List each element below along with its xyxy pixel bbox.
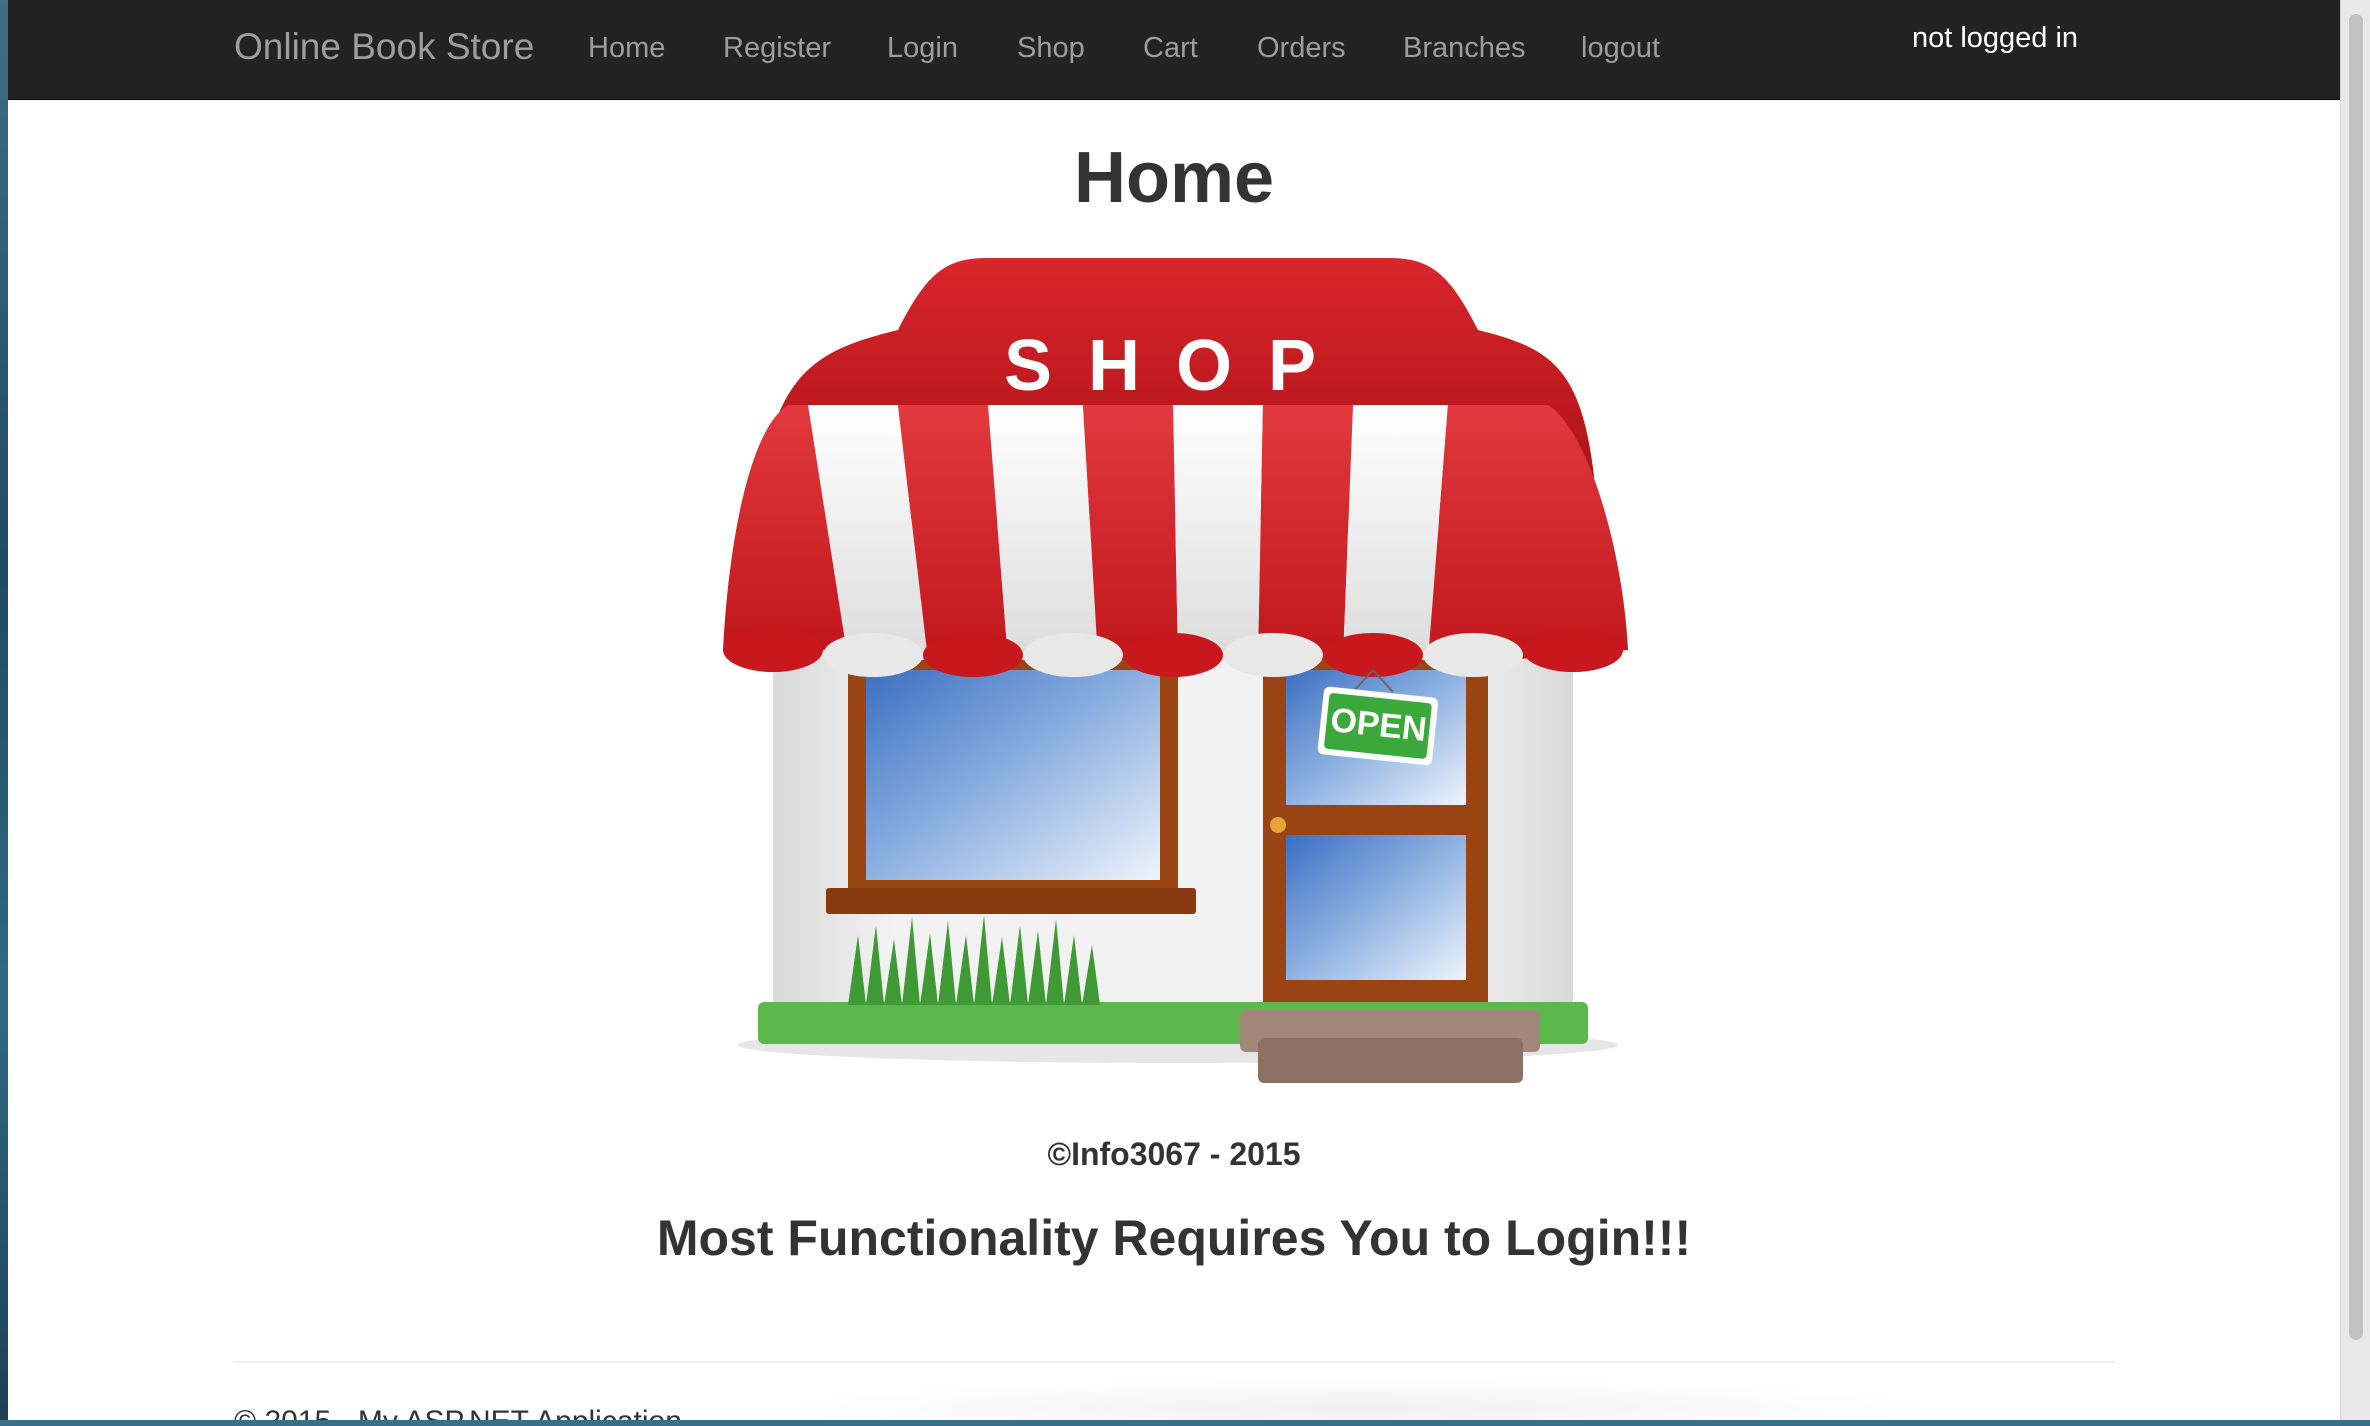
top-navbar: Online Book Store Home Register Login Sh… (8, 0, 2340, 100)
nav-register[interactable]: Register (723, 24, 831, 72)
footer-divider (234, 1361, 2114, 1363)
nav-logout[interactable]: logout (1581, 24, 1660, 72)
browser-viewport: Online Book Store Home Register Login Sh… (8, 0, 2340, 1426)
desktop-bottom-strip (0, 1420, 2370, 1426)
scrollbar-thumb[interactable] (2349, 14, 2363, 1340)
nav-home[interactable]: Home (588, 24, 665, 72)
shop-sign-text: SHOP (1004, 326, 1352, 406)
brand-link[interactable]: Online Book Store (234, 22, 534, 72)
nav-orders[interactable]: Orders (1257, 24, 1346, 72)
footer-shadow (768, 1378, 1948, 1426)
desktop-background (0, 0, 8, 1426)
nav-shop[interactable]: Shop (1017, 24, 1085, 72)
nav-login[interactable]: Login (887, 24, 958, 72)
nav-cart[interactable]: Cart (1143, 24, 1198, 72)
vertical-scrollbar[interactable] (2340, 0, 2370, 1426)
login-required-message: Most Functionality Requires You to Login… (656, 1210, 1692, 1266)
nav-branches[interactable]: Branches (1403, 24, 1526, 72)
shop-storefront-icon: SHOP OPEN (723, 258, 1628, 1083)
page-title: Home (1073, 138, 1275, 218)
copyright-text: ©Info3067 - 2015 (1047, 1136, 1301, 1172)
login-status: not logged in (1911, 22, 2079, 54)
